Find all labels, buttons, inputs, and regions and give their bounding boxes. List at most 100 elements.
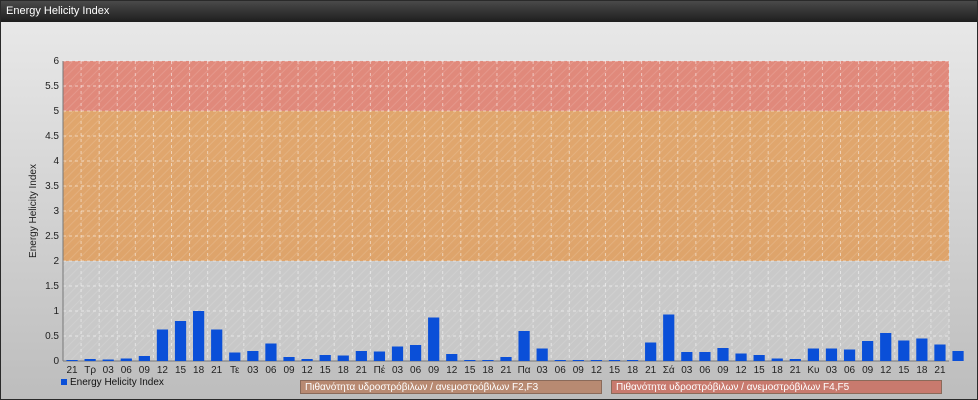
- x-tick-label: 09: [573, 365, 585, 376]
- x-tick-label: 15: [464, 365, 476, 376]
- bar: [626, 360, 639, 361]
- x-tick-label: 03: [392, 365, 404, 376]
- y-tick-label: 5.5: [45, 81, 59, 92]
- bar: [916, 338, 928, 361]
- bar: [590, 360, 603, 361]
- y-tick-label: 0: [53, 356, 59, 367]
- x-tick-label: 09: [862, 365, 874, 376]
- x-tick-label: 21: [211, 365, 223, 376]
- x-tick-label: 15: [609, 365, 621, 376]
- x-tick-label: 15: [175, 365, 187, 376]
- x-tick-label: Πα: [518, 365, 531, 376]
- bar: [536, 348, 548, 361]
- bar: [120, 358, 132, 361]
- x-tick-label: 03: [681, 365, 693, 376]
- x-tick-label: 21: [356, 365, 368, 376]
- y-tick-label: 3: [53, 206, 59, 217]
- x-tick-label: 06: [699, 365, 711, 376]
- bar: [482, 360, 494, 361]
- legend-series-entry: Energy Helicity Index: [61, 377, 164, 388]
- bar: [265, 343, 277, 361]
- y-tick-label: 2.5: [45, 231, 59, 242]
- bar: [699, 352, 711, 361]
- y-tick-label: 0.5: [45, 331, 59, 342]
- chart-area: 0 0.5 1 1.5 2 2.5 3 3.5 4 4.5 5 5.5 6 21 Τρ 03 06 09 12 15 1…: [1, 22, 977, 399]
- legend-band-f4f5: Πιθανότητα υδροστρόβιλων / ανεμοστρόβιλω…: [611, 380, 942, 394]
- x-tick-label: 18: [338, 365, 350, 376]
- bar: [247, 351, 259, 361]
- x-tick-label: 18: [627, 365, 639, 376]
- bar: [409, 345, 422, 361]
- bar: [518, 331, 530, 361]
- x-tick-label: 15: [320, 365, 332, 376]
- y-tick-label: 1.5: [45, 281, 59, 292]
- legend-series-label: Energy Helicity Index: [70, 377, 164, 388]
- y-tick-label: 6: [53, 56, 59, 67]
- bar: [572, 360, 584, 361]
- ehi-chart: 0 0.5 1 1.5 2 2.5 3 3.5 4 4.5 5 5.5 6 21 Τρ 03 06 09 12 15 1…: [28, 56, 964, 376]
- x-tick-label: 03: [826, 365, 838, 376]
- x-tick-label: 12: [446, 365, 458, 376]
- bar: [102, 359, 114, 361]
- y-tick-label: 4: [53, 156, 59, 167]
- x-tick-label: 06: [555, 365, 567, 376]
- y-tick-label: 5: [53, 106, 59, 117]
- bar: [554, 360, 566, 361]
- bar: [500, 357, 512, 361]
- y-tick-label: 2: [53, 256, 59, 267]
- x-tick-label: 06: [410, 365, 422, 376]
- bar: [174, 321, 187, 361]
- y-tick-label: 4.5: [45, 131, 59, 142]
- bar: [355, 351, 367, 361]
- bar: [84, 359, 96, 361]
- bar: [825, 348, 838, 361]
- bar: [319, 355, 331, 361]
- bar: [337, 355, 349, 361]
- x-tick-label: Τε: [230, 365, 240, 376]
- x-tick-label: Κυ: [807, 365, 819, 376]
- x-tick-label: 15: [898, 365, 910, 376]
- x-tick-label: 09: [139, 365, 151, 376]
- x-tick-label: 21: [934, 365, 946, 376]
- x-tick-label: 21: [66, 365, 78, 376]
- x-tick-label: 06: [265, 365, 277, 376]
- bar: [753, 355, 765, 361]
- bar: [862, 341, 874, 361]
- chart-widget: Energy Helicity Index 0 0.5 1 1.5 2 2.5 3 3.5 4 4…: [0, 0, 978, 400]
- x-tick-label: 12: [880, 365, 892, 376]
- bar: [193, 311, 205, 361]
- x-tick-label: 21: [790, 365, 802, 376]
- bar: [301, 359, 313, 361]
- x-tick-label: 12: [302, 365, 314, 376]
- bar: [608, 360, 621, 361]
- bar: [771, 358, 783, 361]
- x-tick-label: Τρ: [84, 365, 96, 376]
- x-tick-label: Σά: [663, 364, 675, 376]
- x-tick-label: 18: [482, 365, 494, 376]
- y-tick-label: 3.5: [45, 181, 59, 192]
- x-tick-label: 15: [754, 365, 766, 376]
- y-axis-label: Energy Helicity Index: [28, 164, 39, 258]
- x-tick-label: 03: [537, 365, 549, 376]
- bar: [898, 340, 910, 361]
- x-tick-label: 03: [247, 365, 259, 376]
- bar: [446, 354, 458, 361]
- x-tick-label: 09: [283, 365, 295, 376]
- x-tick-label: 18: [916, 365, 928, 376]
- bar: [211, 329, 223, 361]
- bar: [391, 346, 404, 361]
- bar: [735, 353, 747, 361]
- bar: [283, 357, 295, 361]
- bar: [789, 359, 801, 361]
- bar: [681, 352, 693, 361]
- legend-band-f2f3: Πιθανότητα υδροστρόβιλων / ανεμοστρόβιλω…: [300, 380, 602, 394]
- x-tick-label: 21: [500, 365, 512, 376]
- window-title: Energy Helicity Index: [1, 1, 977, 22]
- bar: [880, 333, 892, 361]
- bar: [952, 351, 964, 361]
- x-tick-label: 12: [157, 365, 169, 376]
- bar: [934, 344, 946, 361]
- bar: [663, 314, 675, 361]
- x-tick-label: 21: [645, 365, 657, 376]
- x-tick-label: 18: [193, 365, 205, 376]
